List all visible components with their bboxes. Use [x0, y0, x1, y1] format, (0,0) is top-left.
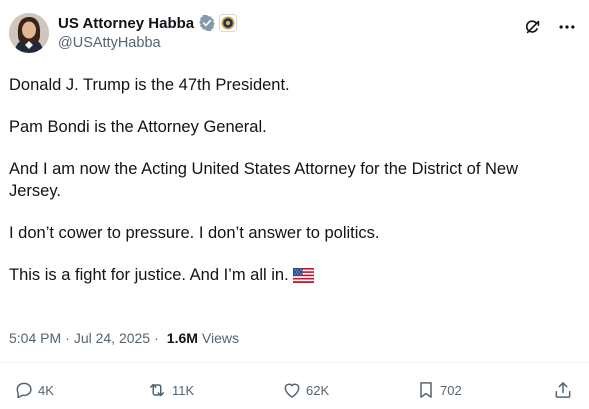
- views-label: Views: [201, 330, 239, 346]
- share-icon: [555, 382, 571, 398]
- avatar[interactable]: [9, 13, 49, 53]
- heart-icon: [284, 383, 300, 398]
- author-names: US Attorney Habba @USAttyHabba: [58, 13, 238, 51]
- like-count: 62K: [306, 382, 330, 398]
- us-flag-icon: [292, 267, 314, 289]
- bookmark-count: 702: [440, 382, 462, 398]
- post-header: US Attorney Habba @USAttyHabba: [9, 13, 577, 57]
- repost-icon: [150, 383, 164, 397]
- post-paragraph: Pam Bondi is the Attorney General.: [9, 118, 267, 136]
- display-name[interactable]: US Attorney Habba: [58, 15, 194, 32]
- author-handle[interactable]: @USAttyHabba: [58, 35, 237, 51]
- share-button[interactable]: [553, 380, 573, 400]
- post-paragraph: And I am now the Acting United States At…: [9, 160, 518, 200]
- doj-seal-icon[interactable]: [219, 14, 238, 32]
- meta-separator: ·: [154, 330, 159, 346]
- divider: [0, 362, 589, 363]
- header-actions: [523, 17, 577, 37]
- reply-icon: [16, 382, 32, 399]
- like-button[interactable]: 62K: [282, 380, 329, 400]
- post-paragraph: This is a fight for justice. And I’m all…: [9, 266, 289, 284]
- post-text: Donald J. Trump is the 47th President. P…: [9, 74, 569, 289]
- more-options-icon[interactable]: [557, 17, 577, 37]
- repost-count: 11K: [172, 382, 195, 398]
- verified-badge-icon[interactable]: [198, 14, 216, 32]
- post-meta: 5:04 PM · Jul 24, 2025 · 1.6M Views: [9, 330, 239, 346]
- repost-button[interactable]: 11K: [146, 380, 194, 400]
- post-date[interactable]: Jul 24, 2025: [74, 330, 150, 346]
- views-count[interactable]: 1.6M: [167, 330, 198, 346]
- grok-icon[interactable]: [523, 17, 543, 37]
- meta-separator: ·: [65, 330, 70, 346]
- post-time[interactable]: 5:04 PM: [9, 330, 61, 346]
- bookmark-button[interactable]: 702: [416, 380, 462, 400]
- reply-button[interactable]: 4K: [14, 380, 54, 400]
- action-bar: 4K 11K 62K 702: [9, 377, 573, 403]
- name-row: US Attorney Habba: [58, 13, 238, 33]
- bookmark-icon: [420, 382, 432, 398]
- post-paragraph: Donald J. Trump is the 47th President.: [9, 76, 290, 94]
- reply-count: 4K: [38, 382, 54, 398]
- post-paragraph: I don’t cower to pressure. I don’t answe…: [9, 224, 380, 242]
- post-paragraph-last: This is a fight for justice. And I’m all…: [9, 264, 569, 289]
